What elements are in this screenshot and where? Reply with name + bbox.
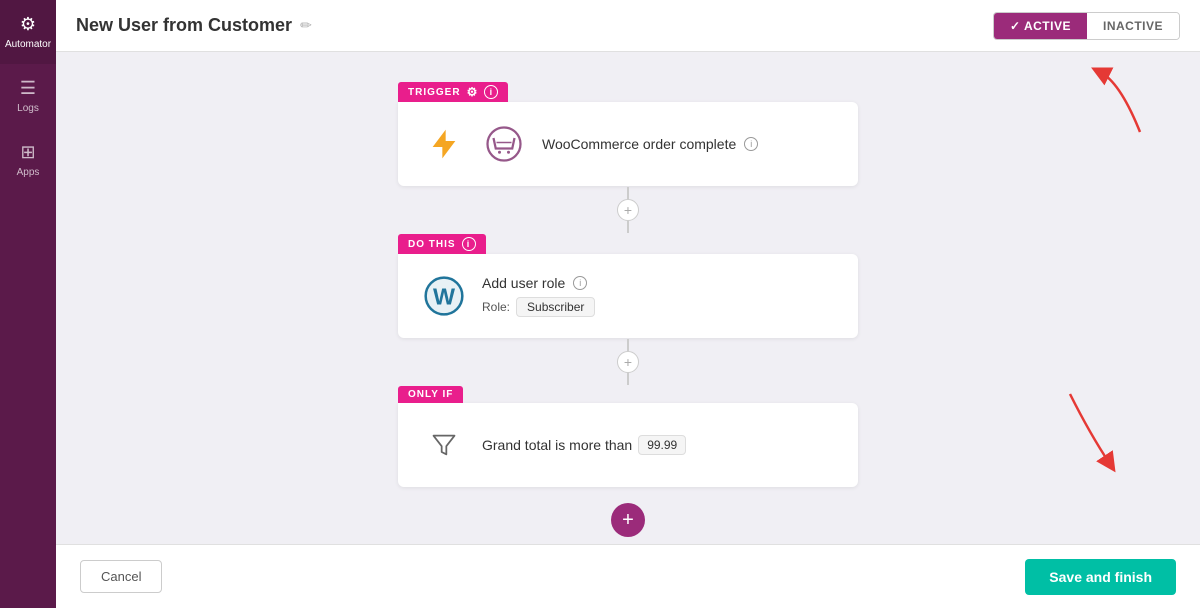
trigger-block-container: TRIGGER ⚙ i [398, 82, 858, 186]
do-this-action-text: Add user role i [482, 275, 595, 291]
add-action-button[interactable]: + [611, 503, 645, 537]
do-this-label-text: DO THIS [408, 239, 456, 250]
only-if-label-row: ONLY IF [398, 386, 858, 403]
svg-text:W: W [433, 283, 455, 309]
trigger-info: WooCommerce order complete i [542, 136, 758, 152]
page-title: New User from Customer [76, 15, 292, 36]
sidebar-item-logs[interactable]: ☰ Logs [0, 64, 56, 128]
save-and-finish-button[interactable]: Save and finish [1025, 559, 1176, 595]
automator-icon: ⚙ [20, 14, 36, 35]
trigger-label-text: TRIGGER [408, 87, 461, 98]
connector-line-1a [627, 187, 629, 199]
header: New User from Customer ✏ ✓ ACTIVE INACTI… [56, 0, 1200, 52]
role-badge: Subscriber [516, 297, 595, 317]
woo-cart-icon [486, 126, 522, 162]
do-this-action-info-icon[interactable]: i [573, 276, 587, 290]
cancel-button[interactable]: Cancel [80, 560, 162, 593]
trigger-info-icon[interactable]: i [484, 85, 498, 99]
wordpress-icon-container: W [422, 274, 466, 318]
trigger-card[interactable]: WooCommerce order complete i [398, 102, 858, 186]
trigger-action-text: WooCommerce order complete i [542, 136, 758, 152]
canvas-wrapper: TRIGGER ⚙ i [56, 52, 1200, 544]
logs-icon: ☰ [20, 78, 36, 99]
sidebar-item-automator-label: Automator [5, 39, 51, 50]
only-if-card[interactable]: Grand total is more than 99.99 [398, 403, 858, 487]
edit-title-icon[interactable]: ✏ [300, 17, 312, 34]
trigger-label-row: TRIGGER ⚙ i [398, 82, 858, 102]
active-button[interactable]: ✓ ACTIVE [994, 13, 1087, 39]
do-this-label: DO THIS i [398, 234, 486, 254]
trigger-action-label: WooCommerce order complete [542, 136, 736, 152]
wordpress-icon: W [424, 276, 464, 316]
only-if-block-container: ONLY IF Grand total is more than [398, 386, 858, 487]
only-if-value-badge: 99.99 [638, 435, 686, 455]
sidebar-item-automator[interactable]: ⚙ Automator [0, 0, 56, 64]
filter-icon-container [422, 423, 466, 467]
only-if-card-inner: Grand total is more than 99.99 [422, 423, 834, 467]
filter-icon [430, 431, 458, 459]
sidebar-item-logs-label: Logs [17, 103, 39, 114]
status-toggle-group: ✓ ACTIVE INACTIVE [993, 12, 1180, 40]
do-this-info: Add user role i Role: Subscriber [482, 275, 595, 317]
header-title-area: New User from Customer ✏ [76, 15, 312, 36]
connector-2: + [617, 338, 639, 386]
trigger-card-inner: WooCommerce order complete i [422, 122, 834, 166]
apps-icon: ⊞ [20, 142, 35, 163]
bolt-icon [428, 128, 460, 160]
role-label: Role: [482, 300, 510, 314]
connector-line-1b [627, 221, 629, 233]
trigger-label: TRIGGER ⚙ i [398, 82, 508, 102]
do-this-card-inner: W Add user role i Role: Subscriber [422, 274, 834, 318]
do-this-info-icon[interactable]: i [462, 237, 476, 251]
main-area: New User from Customer ✏ ✓ ACTIVE INACTI… [56, 0, 1200, 608]
only-if-info: Grand total is more than 99.99 [482, 435, 686, 455]
trigger-bolt-icon-container [422, 122, 466, 166]
connector-1: + [617, 186, 639, 234]
trigger-woo-icon-container [482, 122, 526, 166]
do-this-card[interactable]: W Add user role i Role: Subscriber [398, 254, 858, 338]
connector-plus-2[interactable]: + [617, 351, 639, 373]
do-this-role-row: Role: Subscriber [482, 297, 595, 317]
connector-line-2b [627, 373, 629, 385]
do-this-label-row: DO THIS i [398, 234, 858, 254]
only-if-condition-label: Grand total is more than [482, 437, 632, 453]
connector-line-2a [627, 339, 629, 351]
sidebar: ⚙ Automator ☰ Logs ⊞ Apps [0, 0, 56, 608]
only-if-label-text: ONLY IF [408, 389, 453, 400]
do-this-block-container: DO THIS i W [398, 234, 858, 338]
connector-plus-1[interactable]: + [617, 199, 639, 221]
do-this-action-label: Add user role [482, 275, 565, 291]
sidebar-item-apps[interactable]: ⊞ Apps [0, 128, 56, 192]
sidebar-item-apps-label: Apps [17, 167, 40, 178]
only-if-condition-text: Grand total is more than 99.99 [482, 435, 686, 455]
only-if-label: ONLY IF [398, 386, 463, 403]
trigger-gear-icon[interactable]: ⚙ [467, 85, 479, 99]
trigger-action-info-icon[interactable]: i [744, 137, 758, 151]
canvas: TRIGGER ⚙ i [56, 52, 1200, 544]
inactive-button[interactable]: INACTIVE [1087, 13, 1179, 39]
footer: Cancel Save and finish [56, 544, 1200, 608]
